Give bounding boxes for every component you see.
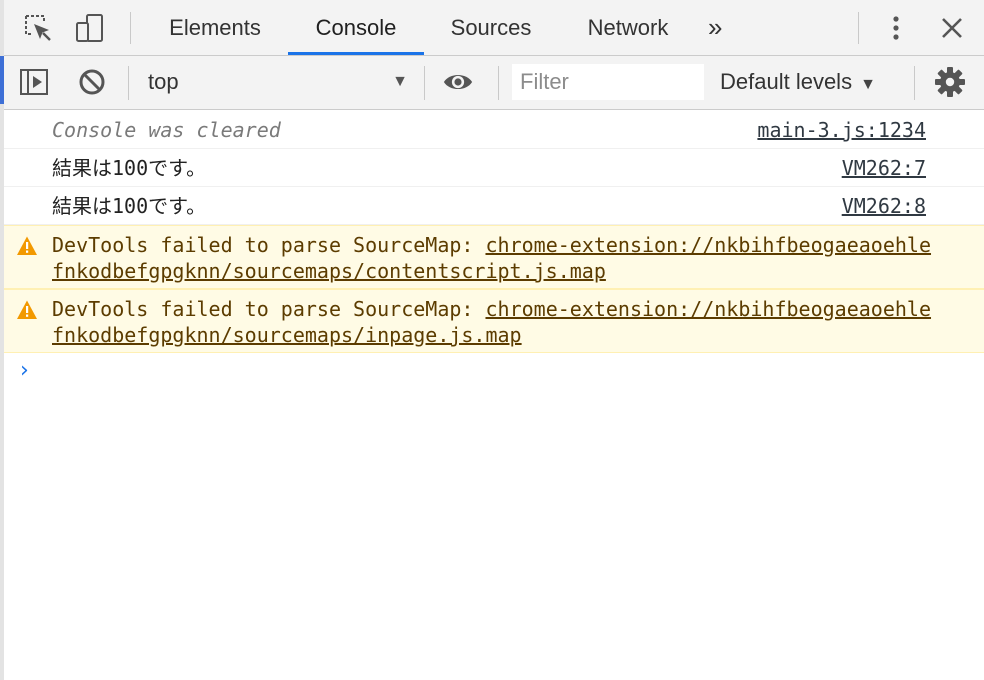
context-select[interactable]: top ▼ <box>144 66 410 98</box>
clear-console-icon[interactable] <box>76 66 108 98</box>
tab-network[interactable]: Network <box>574 0 682 55</box>
message-text: 結果は100です。 <box>52 156 207 180</box>
console-message-log: 結果は100です。 VM262:8 <box>4 187 984 225</box>
filter-input[interactable] <box>512 64 704 100</box>
live-expression-icon[interactable] <box>442 66 474 98</box>
toolbar-divider-1 <box>128 66 129 100</box>
log-levels-dropdown[interactable]: Default levels ▼ <box>720 66 876 98</box>
chevron-down-icon: ▼ <box>392 73 408 90</box>
chevron-down-icon: ▼ <box>860 76 876 93</box>
message-text: 結果は100です。 <box>52 194 207 218</box>
show-sidebar-icon[interactable] <box>18 66 50 98</box>
message-text: Console was cleared <box>52 118 281 142</box>
warning-prefix: DevTools failed to parse SourceMap: <box>52 297 486 321</box>
toolbar-divider-2 <box>424 66 425 100</box>
warning-text: DevTools failed to parse SourceMap: chro… <box>52 232 942 284</box>
toolbar-divider-3 <box>498 66 499 100</box>
kebab-menu-icon[interactable] <box>880 12 912 44</box>
message-source-link[interactable]: VM262:8 <box>842 193 926 219</box>
console-message-warning: DevTools failed to parse SourceMap: chro… <box>4 225 984 289</box>
console-message-warning: DevTools failed to parse SourceMap: chro… <box>4 289 984 353</box>
tabbar-divider <box>130 12 131 44</box>
message-source-link[interactable]: VM262:7 <box>842 155 926 181</box>
toolbar-divider-4 <box>914 66 915 100</box>
tabbar-divider-right <box>858 12 859 44</box>
gear-icon[interactable] <box>934 66 966 98</box>
active-tab-indicator <box>288 52 424 55</box>
tab-sources[interactable]: Sources <box>436 0 546 55</box>
devtools-tabbar: Elements Console Sources Network » <box>4 0 984 56</box>
context-value: top <box>148 69 179 94</box>
more-tabs-icon[interactable]: » <box>708 10 722 44</box>
console-messages: Console was cleared main-3.js:1234 結果は10… <box>4 110 984 383</box>
warning-icon <box>17 300 37 319</box>
console-prompt[interactable]: › <box>20 358 29 384</box>
console-message-log: 結果は100です。 VM262:7 <box>4 149 984 187</box>
message-source-link[interactable]: main-3.js:1234 <box>757 117 926 143</box>
close-icon[interactable] <box>936 12 968 44</box>
warning-text: DevTools failed to parse SourceMap: chro… <box>52 296 942 348</box>
devtools-window: Elements Console Sources Network » top ▼… <box>0 0 984 680</box>
tab-elements[interactable]: Elements <box>156 0 274 55</box>
inspect-element-icon[interactable] <box>22 12 54 44</box>
warning-icon <box>17 236 37 255</box>
device-toolbar-icon[interactable] <box>74 12 106 44</box>
warning-prefix: DevTools failed to parse SourceMap: <box>52 233 486 257</box>
console-message-cleared: Console was cleared main-3.js:1234 <box>4 110 984 149</box>
tab-console[interactable]: Console <box>288 0 424 55</box>
console-toolbar: top ▼ Default levels ▼ <box>4 56 984 110</box>
log-levels-label: Default levels <box>720 69 853 94</box>
